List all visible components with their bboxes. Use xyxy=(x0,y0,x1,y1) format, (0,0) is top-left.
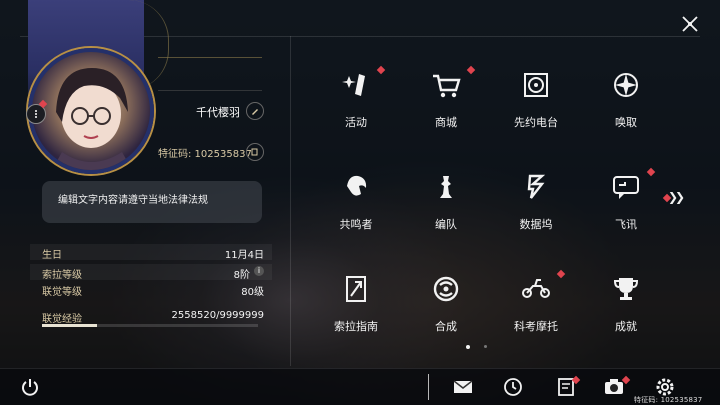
notification-badge xyxy=(646,167,656,177)
stat-label: 索拉等级 xyxy=(42,270,82,281)
decorative-line xyxy=(158,90,262,91)
menu-tile-2[interactable]: 先约电台 xyxy=(496,58,576,138)
mail-icon[interactable] xyxy=(453,377,473,397)
menu-tile-11[interactable]: 成就 xyxy=(586,262,666,342)
uid-watermark: 特征码: 102535837 xyxy=(634,396,703,404)
menu-tile-label: 编队 xyxy=(435,218,457,231)
menu-tile-1[interactable]: 商城 xyxy=(406,58,486,138)
frame-line-divider xyxy=(290,36,291,366)
menu-tile-9[interactable]: 合成 xyxy=(406,262,486,342)
stat-row-union-level: 联觉等级 80级 xyxy=(42,283,264,298)
menu-tile-label: 先约电台 xyxy=(514,116,558,129)
shopping-cart-icon xyxy=(433,74,461,98)
chat-bubble-icon xyxy=(613,176,639,199)
menu-tile-label: 科考摩托 xyxy=(514,320,558,333)
exp-progress-bar xyxy=(42,324,258,327)
stat-value: 8阶 xyxy=(233,270,250,281)
clock-icon[interactable] xyxy=(503,377,523,397)
menu-tile-label: 活动 xyxy=(345,116,367,129)
copy-uid-button[interactable] xyxy=(246,143,264,161)
stat-label: 生日 xyxy=(42,250,62,261)
edit-name-button[interactable] xyxy=(246,102,264,120)
synthesis-ring-icon xyxy=(433,276,459,302)
menu-tile-label: 数据坞 xyxy=(519,218,553,231)
stat-row-union-exp: 联觉经验 2558520/9999999 xyxy=(42,310,264,325)
stat-value: 11月4日 xyxy=(224,250,264,261)
stat-label: 联觉经验 xyxy=(42,314,82,325)
decorative-line xyxy=(158,57,262,58)
menu-tile-label: 索拉指南 xyxy=(334,320,378,333)
menu-tile-0[interactable]: 活动 xyxy=(316,58,396,138)
stat-label: 联觉等级 xyxy=(42,287,82,298)
notification-badge xyxy=(466,65,476,75)
stat-value: 2558520/9999999 xyxy=(171,310,264,321)
profile-panel: 千代樱羽 特征码: 102535837 编辑文字内容请遵守当地法律法规 生日 1… xyxy=(0,0,290,362)
menu-tile-3[interactable]: 唤取 xyxy=(586,58,666,138)
info-icon[interactable]: i xyxy=(254,266,264,276)
exp-progress-fill xyxy=(42,324,98,327)
trophy-icon xyxy=(613,278,639,300)
menu-tile-5[interactable]: 编队 xyxy=(406,160,486,240)
menu-tile-8[interactable]: 索拉指南 xyxy=(316,262,396,342)
power-icon[interactable] xyxy=(20,377,40,397)
menu-tile-10[interactable]: 科考摩托 xyxy=(496,262,576,342)
bottom-bar-divider xyxy=(428,374,429,400)
menu-tile-label: 共鸣者 xyxy=(339,218,373,231)
menu-tile-label: 合成 xyxy=(435,320,457,333)
radio-disc-icon xyxy=(524,73,548,97)
signature-text: 编辑文字内容请遵守当地法律法规 xyxy=(58,195,208,206)
chess-piece-icon xyxy=(440,176,452,198)
notification-badge xyxy=(556,269,566,279)
menu-tile-4[interactable]: 共鸣者 xyxy=(316,160,396,240)
close-icon[interactable] xyxy=(680,14,700,34)
menu-tile-7[interactable]: 飞讯 xyxy=(586,160,666,240)
notification-badge xyxy=(376,65,386,75)
stat-row-birthday: 生日 11月4日 xyxy=(42,246,264,261)
terminal-screen: 终端 千代樱羽 xyxy=(0,0,720,405)
page-indicator-active[interactable] xyxy=(466,345,470,349)
data-dock-icon xyxy=(527,174,546,199)
avatar-portrait-icon xyxy=(52,68,132,170)
avatar[interactable] xyxy=(28,48,154,174)
copy-icon xyxy=(251,148,258,156)
menu-tile-label: 成就 xyxy=(615,320,637,333)
player-name: 千代樱羽 xyxy=(196,106,240,119)
menu-tile-label: 唤取 xyxy=(615,116,637,129)
settings-gear-icon[interactable] xyxy=(655,377,675,397)
stat-value: 80级 xyxy=(241,287,264,298)
resonator-head-icon xyxy=(347,175,367,196)
menu-tile-6[interactable]: 数据坞 xyxy=(496,160,576,240)
page-indicator[interactable] xyxy=(484,345,487,348)
menu-tile-label: 商城 xyxy=(435,116,457,129)
guide-book-icon xyxy=(346,276,366,302)
compass-star-icon xyxy=(614,73,638,97)
stat-row-sola-level: 索拉等级 8阶 i xyxy=(42,266,264,281)
player-uid: 特征码: 102535837 xyxy=(158,149,252,160)
sparkle-flag-icon xyxy=(342,74,365,96)
menu-tile-label: 飞讯 xyxy=(615,218,637,231)
more-dots-icon xyxy=(35,110,37,118)
motorbike-icon xyxy=(522,279,550,298)
pencil-icon xyxy=(252,109,258,115)
